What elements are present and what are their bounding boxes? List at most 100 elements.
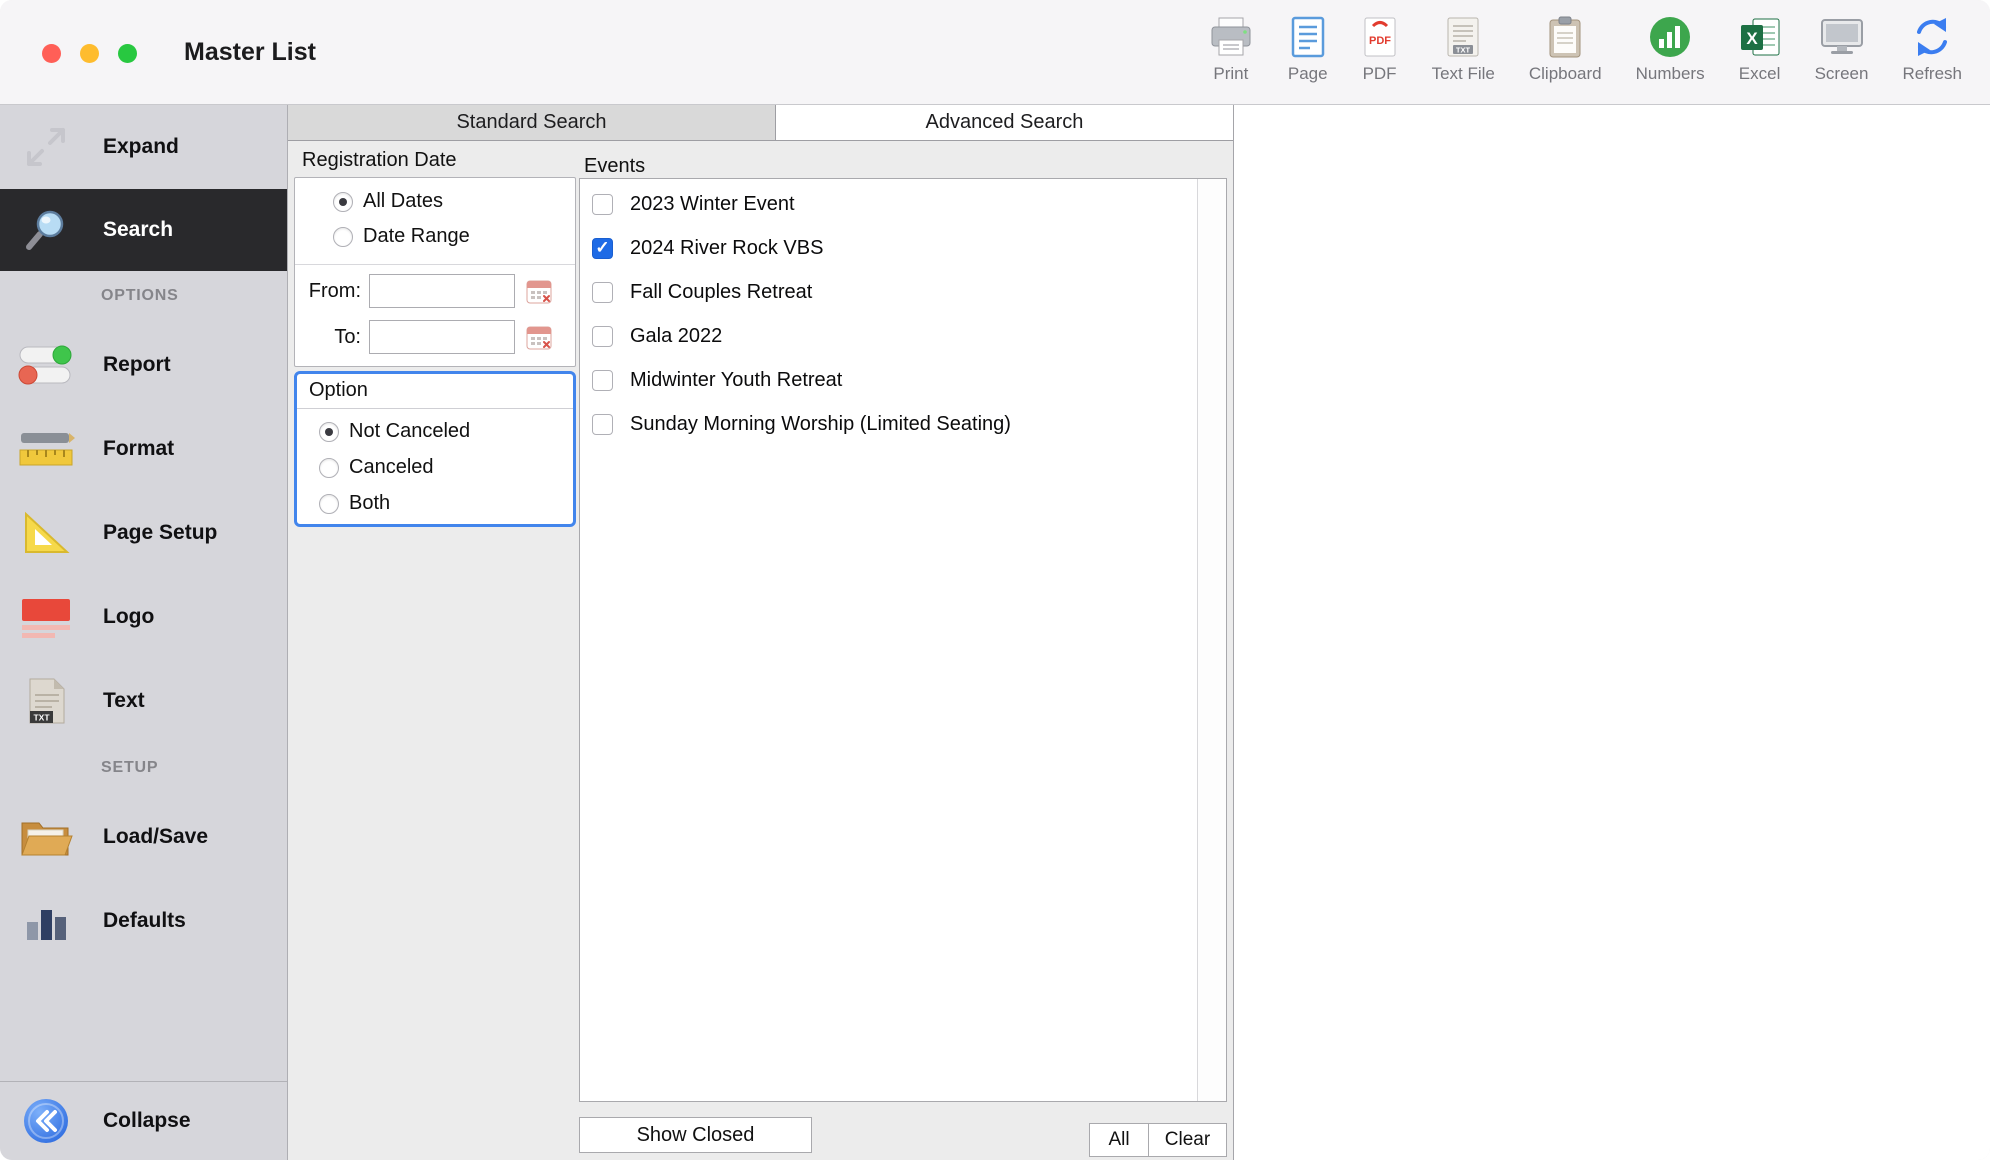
clear-selection-button[interactable]: Clear <box>1148 1124 1226 1156</box>
zoom-window-button[interactable] <box>118 44 137 63</box>
event-row[interactable]: 2023 Winter Event <box>580 182 1196 226</box>
svg-text:TXT: TXT <box>1456 46 1471 55</box>
sidebar: Expand Search OPTIONS Report Format <box>0 105 288 1160</box>
not-canceled-radio[interactable] <box>319 422 339 442</box>
radio-row-all-dates[interactable]: All Dates <box>333 190 443 213</box>
event-label: 2024 River Rock VBS <box>630 237 823 260</box>
event-label: Sunday Morning Worship (Limited Seating) <box>630 413 1011 436</box>
sidebar-item-logo[interactable]: Logo <box>0 575 287 659</box>
text-file-label: Text File <box>1432 64 1495 84</box>
svg-text:PDF: PDF <box>1369 35 1391 47</box>
radio-row-both[interactable]: Both <box>319 492 390 515</box>
collapse-circle-icon <box>14 1097 78 1145</box>
titlebar: Master List Print Page PDF PDF <box>0 0 1990 105</box>
sidebar-item-collapse[interactable]: Collapse <box>0 1081 287 1160</box>
event-label: Gala 2022 <box>630 325 722 348</box>
show-closed-button[interactable]: Show Closed <box>579 1117 812 1153</box>
event-checkbox[interactable] <box>592 282 613 303</box>
main-area: Standard Search Advanced Search Registra… <box>288 105 1990 1160</box>
event-row[interactable]: Sunday Morning Worship (Limited Seating) <box>580 402 1196 446</box>
all-dates-radio[interactable] <box>333 192 353 212</box>
set-square-icon <box>14 510 78 556</box>
event-row[interactable]: Midwinter Youth Retreat <box>580 358 1196 402</box>
calendar-icon[interactable] <box>525 323 553 351</box>
option-title: Option <box>309 379 368 402</box>
logo-image-icon <box>14 594 78 640</box>
print-button[interactable]: Print <box>1208 13 1254 84</box>
event-checkbox[interactable] <box>592 326 613 347</box>
tab-standard-search[interactable]: Standard Search <box>288 105 776 141</box>
radio-row-date-range[interactable]: Date Range <box>333 225 470 248</box>
sidebar-item-search[interactable]: Search <box>0 189 287 271</box>
excel-button[interactable]: X Excel <box>1739 13 1781 84</box>
events-scrollbar[interactable] <box>1197 179 1226 1101</box>
screen-button[interactable]: Screen <box>1815 13 1869 84</box>
event-checkbox[interactable] <box>592 238 613 259</box>
expand-arrows-icon <box>14 124 78 170</box>
excel-icon: X <box>1739 13 1781 61</box>
registration-date-title: Registration Date <box>302 149 457 172</box>
event-row[interactable]: 2024 River Rock VBS <box>580 226 1196 270</box>
refresh-label: Refresh <box>1902 64 1962 84</box>
option-groupbox-focused: Option Not Canceled Canceled Both <box>294 371 576 527</box>
sidebar-item-format[interactable]: Format <box>0 407 287 491</box>
ruler-pencil-icon <box>14 426 78 472</box>
all-clear-segmented-control: All Clear <box>1089 1123 1227 1157</box>
page-button[interactable]: Page <box>1288 13 1328 84</box>
both-radio[interactable] <box>319 494 339 514</box>
tab-advanced-search[interactable]: Advanced Search <box>776 105 1233 141</box>
results-area <box>1233 105 1990 1160</box>
window-title: Master List <box>184 38 316 67</box>
to-label: To: <box>295 326 361 349</box>
to-date-row: To: <box>295 320 575 354</box>
event-checkbox[interactable] <box>592 414 613 435</box>
refresh-button[interactable]: Refresh <box>1902 13 1962 84</box>
from-label: From: <box>295 280 361 303</box>
event-checkbox[interactable] <box>592 194 613 215</box>
numbers-button[interactable]: Numbers <box>1636 13 1705 84</box>
event-checkbox[interactable] <box>592 370 613 391</box>
pdf-icon: PDF <box>1362 13 1398 61</box>
canceled-radio[interactable] <box>319 458 339 478</box>
sidebar-item-defaults[interactable]: Defaults <box>0 879 287 963</box>
numbers-label: Numbers <box>1636 64 1705 84</box>
event-row[interactable]: Fall Couples Retreat <box>580 270 1196 314</box>
calendar-icon[interactable] <box>525 277 553 305</box>
minimize-window-button[interactable] <box>80 44 99 63</box>
sidebar-item-page-setup[interactable]: Page Setup <box>0 491 287 575</box>
sidebar-item-label: Defaults <box>103 909 186 933</box>
radio-label: Both <box>349 492 390 515</box>
divider <box>295 264 575 265</box>
search-tabbar: Standard Search Advanced Search <box>288 105 1233 141</box>
sidebar-item-expand[interactable]: Expand <box>0 105 287 189</box>
select-all-button[interactable]: All <box>1090 1124 1148 1156</box>
close-window-button[interactable] <box>42 44 61 63</box>
from-date-input[interactable] <box>369 274 515 308</box>
event-label: Midwinter Youth Retreat <box>630 369 842 392</box>
screen-icon <box>1819 13 1865 61</box>
radio-row-not-canceled[interactable]: Not Canceled <box>319 420 470 443</box>
to-date-input[interactable] <box>369 320 515 354</box>
advanced-search-panel: Registration Date All Dates Date Range F… <box>288 141 1233 1160</box>
sidebar-item-report[interactable]: Report <box>0 323 287 407</box>
sidebar-section-options: OPTIONS <box>101 287 179 305</box>
date-range-radio[interactable] <box>333 227 353 247</box>
sidebar-item-label: Page Setup <box>103 521 217 545</box>
registration-date-groupbox: All Dates Date Range From: To: <box>294 177 576 367</box>
event-row[interactable]: Gala 2022 <box>580 314 1196 358</box>
sidebar-item-label: Report <box>103 353 171 377</box>
radio-row-canceled[interactable]: Canceled <box>319 456 434 479</box>
text-file-button[interactable]: TXT Text File <box>1432 13 1495 84</box>
sidebar-section-setup: SETUP <box>101 759 158 777</box>
sidebar-item-label: Text <box>103 689 145 713</box>
sidebar-item-label: Expand <box>103 135 179 159</box>
tab-label: Standard Search <box>456 111 606 134</box>
radio-label: All Dates <box>363 190 443 213</box>
sidebar-item-text[interactable]: TXT Text <box>0 659 287 743</box>
page-label: Page <box>1288 64 1328 84</box>
sidebar-item-load-save[interactable]: Load/Save <box>0 795 287 879</box>
divider <box>297 408 573 409</box>
svg-text:X: X <box>1746 29 1758 48</box>
clipboard-button[interactable]: Clipboard <box>1529 13 1602 84</box>
pdf-button[interactable]: PDF PDF <box>1362 13 1398 84</box>
